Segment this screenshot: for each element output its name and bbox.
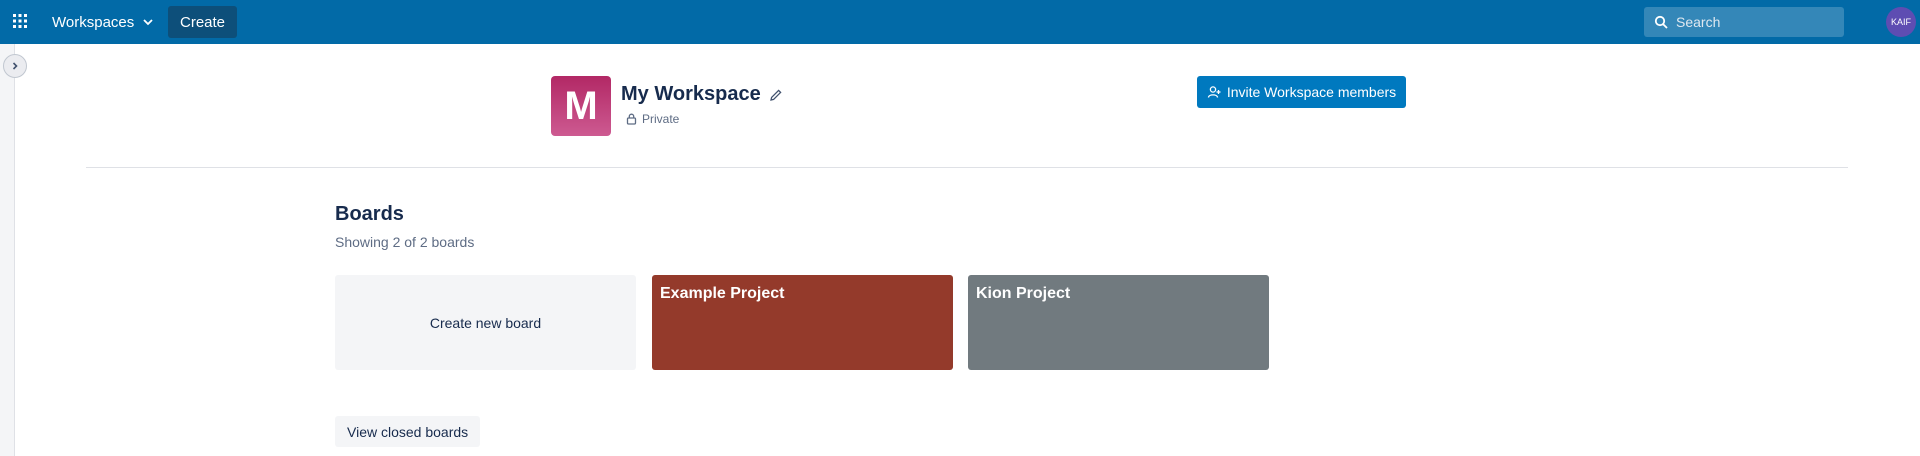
board-name: Kion Project [976,285,1071,302]
lock-icon [626,113,637,125]
sidebar-collapsed-strip [0,44,15,456]
expand-sidebar-button[interactable] [3,54,27,78]
board-tile-example-project[interactable]: Example Project [652,275,953,370]
board-tile-kion-project[interactable]: Kion Project [968,275,1269,370]
invite-label: Invite Workspace members [1226,84,1397,100]
workspace-visibility: Private [626,112,679,126]
create-new-board-label: Create new board [429,314,542,331]
section-divider [86,167,1848,168]
workspace-name: My Workspace [621,83,761,105]
workspaces-dropdown-button[interactable]: Workspaces [44,7,162,37]
create-new-board-tile[interactable]: Create new board [335,275,636,370]
avatar[interactable]: KAIF [1886,7,1916,37]
search-box[interactable] [1644,7,1844,37]
boards-heading: Boards [335,203,404,225]
search-input[interactable] [1674,13,1838,31]
avatar-initials: KAIF [1890,17,1911,27]
board-name: Example Project [660,285,785,302]
chevron-down-icon [143,19,153,26]
create-label: Create [180,13,226,31]
view-closed-boards-button[interactable]: View closed boards [335,416,481,447]
grid-icon[interactable] [12,13,28,29]
visibility-label: Private [642,112,680,126]
boards-count: Showing 2 of 2 boards [335,234,475,250]
workspaces-label: Workspaces [52,13,135,31]
pencil-icon[interactable] [769,88,783,102]
workspace-title: My Workspace [621,83,783,106]
workspace-logo: M [551,76,611,136]
chevron-right-icon [12,62,18,70]
view-closed-boards-label: View closed boards [347,423,469,440]
create-button[interactable]: Create [168,6,238,38]
add-person-icon [1207,86,1221,98]
invite-workspace-members-button[interactable]: Invite Workspace members [1197,76,1406,108]
search-icon [1654,15,1668,29]
top-navigation-bar: Workspaces Create KAIF [0,0,1920,44]
workspace-logo-letter: M [564,83,598,128]
